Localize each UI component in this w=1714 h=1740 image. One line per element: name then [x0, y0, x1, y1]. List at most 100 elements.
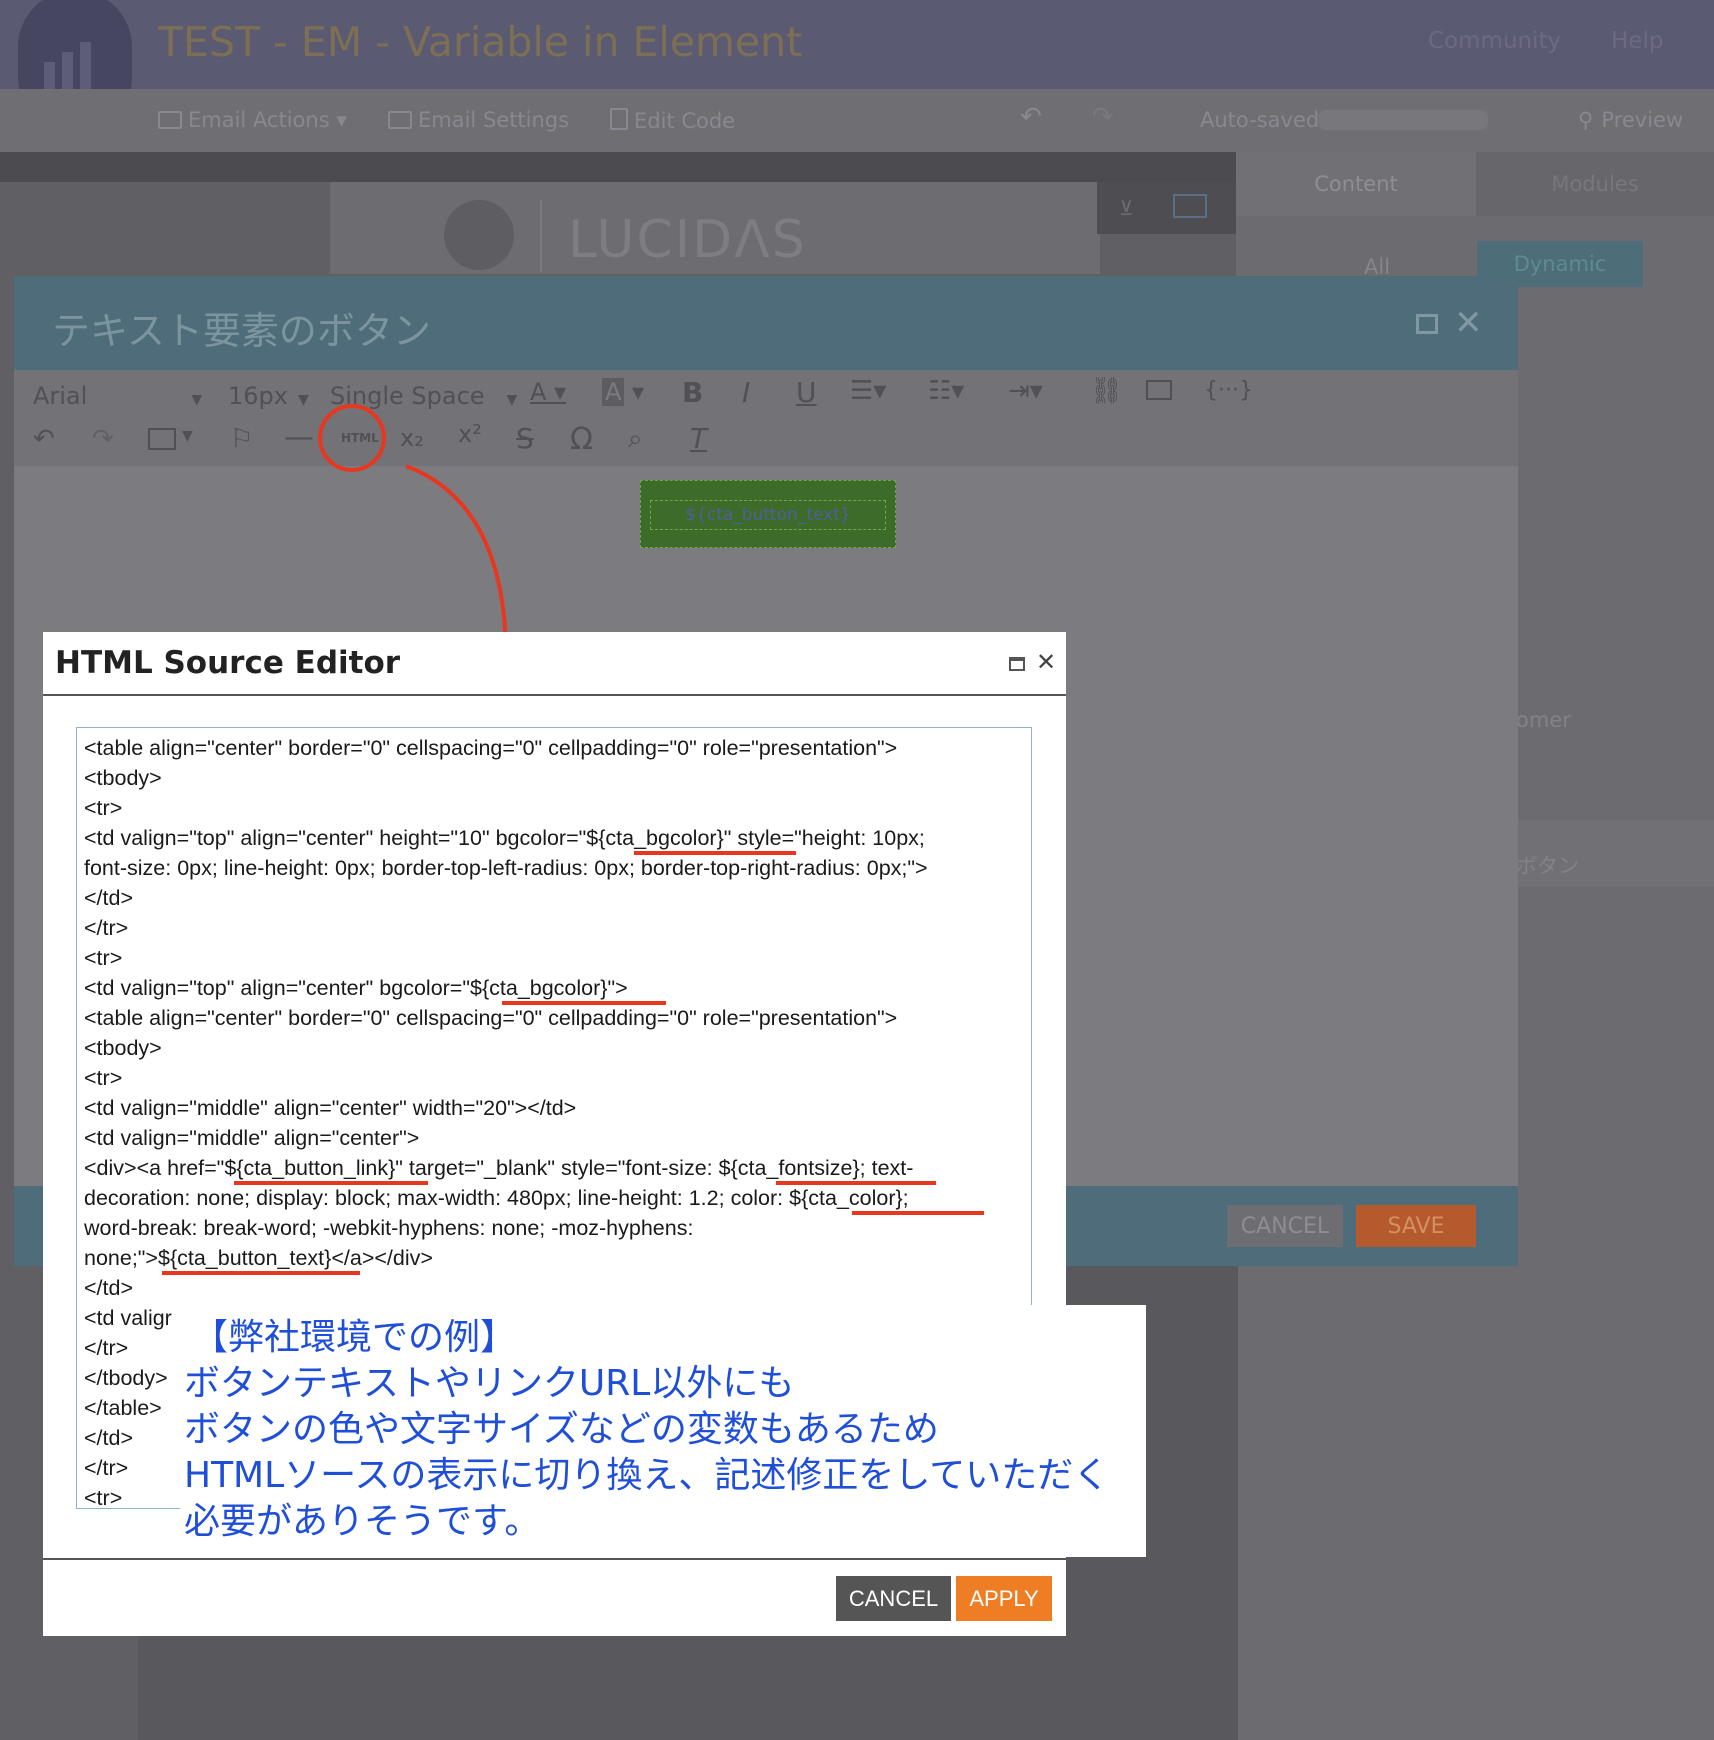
- code-line: </tr>: [84, 1336, 129, 1360]
- close-icon[interactable]: ✕: [1036, 648, 1056, 676]
- page-title: TEST - EM - Variable in Element: [158, 18, 803, 66]
- auto-saved-time-blurred: [1318, 110, 1488, 130]
- code-line: <table align="center" border="0" cellspa…: [84, 1006, 898, 1030]
- background-color-icon[interactable]: A ▾: [602, 378, 644, 406]
- find-replace-icon[interactable]: ⌕: [628, 424, 643, 455]
- note-line: 必要がありそうです。: [184, 1501, 541, 1542]
- auto-saved-status: Auto-saved:: [1200, 108, 1327, 132]
- annotation-underline: [852, 1211, 984, 1215]
- annotation-circle: [318, 404, 386, 472]
- restore-icon[interactable]: [1416, 314, 1438, 334]
- note-line: HTMLソースの表示に切り換え、記述修正をしていただく: [184, 1455, 1110, 1496]
- code-line: </tbody>: [84, 1366, 168, 1390]
- help-link[interactable]: Help: [1611, 28, 1663, 54]
- email-actions-label: Email Actions ▾: [188, 108, 347, 132]
- font-family-select[interactable]: Arial ▼: [33, 382, 202, 410]
- chevron-down-icon: ▼: [506, 392, 518, 408]
- canvas-strip: [0, 152, 1236, 182]
- bold-icon[interactable]: B: [682, 376, 703, 409]
- mobile-view-icon[interactable]: ⊻: [1119, 196, 1134, 220]
- annotation-underline: [502, 1001, 666, 1005]
- community-link[interactable]: Community: [1428, 28, 1561, 54]
- clear-formatting-icon[interactable]: T: [690, 422, 707, 455]
- code-line: <tbody>: [84, 766, 162, 790]
- code-line: </td>: [84, 886, 134, 910]
- text-element-modal-title: テキスト要素のボタン: [52, 309, 431, 353]
- code-line: <tr>: [84, 1066, 123, 1090]
- font-family-value: Arial: [33, 382, 88, 410]
- special-character-icon[interactable]: Ω: [570, 422, 593, 457]
- close-icon[interactable]: ✕: [1454, 306, 1483, 340]
- code-line: none;">${cta_button_text}</a></div>: [84, 1246, 433, 1270]
- code-line: <table align="center" border="0" cellspa…: [84, 736, 898, 760]
- code-line: font-size: 0px; line-height: 0px; border…: [84, 856, 928, 880]
- cancel-button[interactable]: CANCEL: [836, 1576, 951, 1621]
- redo-button[interactable]: ↷: [1092, 102, 1114, 132]
- code-line: <td valign="middle" align="center" width…: [84, 1096, 577, 1120]
- lucidas-logo-icon: [444, 200, 514, 270]
- code-file-icon: [610, 108, 628, 130]
- code-line: word-break: break-word; -webkit-hyphens:…: [84, 1216, 694, 1240]
- desktop-view-icon[interactable]: [1173, 194, 1207, 218]
- device-toggle[interactable]: ⊻: [1097, 182, 1236, 234]
- logo-divider: [540, 200, 542, 272]
- undo-icon[interactable]: ↶: [33, 424, 55, 454]
- superscript-icon[interactable]: x²: [458, 420, 482, 448]
- table-icon[interactable]: [148, 428, 176, 450]
- bookmark-icon[interactable]: ⚐: [230, 424, 253, 454]
- bullet-list-icon[interactable]: ☷▾: [928, 376, 964, 406]
- redo-icon: ↷: [1092, 102, 1114, 132]
- underline-icon[interactable]: U: [796, 376, 817, 409]
- cta-button-text: ${cta_button_text}: [650, 500, 886, 530]
- tab-content[interactable]: Content: [1236, 152, 1476, 216]
- undo-button[interactable]: ↶: [1020, 102, 1042, 132]
- email-settings-button[interactable]: Email Settings: [388, 108, 569, 132]
- email-actions-menu[interactable]: Email Actions ▾: [158, 108, 347, 132]
- code-line: </td>: [84, 1276, 134, 1300]
- search-icon: ⚲: [1578, 108, 1594, 132]
- annotation-underline: [776, 1181, 936, 1185]
- envelope-settings-icon: [388, 111, 412, 129]
- code-line: <tbody>: [84, 1036, 162, 1060]
- dialog-title: HTML Source Editor: [55, 645, 401, 681]
- panel-item-button-label: ボタン: [1516, 854, 1579, 878]
- link-icon[interactable]: ⛓: [1090, 376, 1123, 406]
- preview-button[interactable]: ⚲ Preview: [1578, 108, 1683, 132]
- code-line: <tr>: [84, 946, 123, 970]
- apply-button[interactable]: APPLY: [956, 1576, 1052, 1621]
- annotation-underline: [634, 851, 796, 855]
- code-line: <td valign="middle" align="center">: [84, 1126, 420, 1150]
- subscript-icon[interactable]: x₂: [400, 424, 424, 452]
- token-icon[interactable]: {···}: [1204, 378, 1253, 403]
- code-line: <td valign="top" align="center" bgcolor=…: [84, 976, 628, 1000]
- font-size-select[interactable]: 16px ▼: [228, 382, 309, 410]
- code-line: <td valign="top" align="center" height="…: [84, 826, 925, 850]
- save-button[interactable]: SAVE: [1356, 1205, 1476, 1247]
- align-icon[interactable]: ☰▾: [850, 376, 886, 406]
- text-color-icon[interactable]: A ▾: [530, 378, 566, 406]
- envelope-icon: [158, 111, 182, 129]
- brand-name: LUCIDΛS: [568, 210, 807, 270]
- indent-icon[interactable]: ⇥▾: [1008, 376, 1043, 406]
- note-line: ボタンテキストやリンクURL以外にも: [184, 1363, 795, 1404]
- note-line: ボタンの色や文字サイズなどの変数もあるため: [184, 1409, 939, 1450]
- code-line: <tr>: [84, 1486, 123, 1510]
- horizontal-rule-icon[interactable]: —: [284, 420, 314, 455]
- email-settings-label: Email Settings: [418, 108, 570, 132]
- code-line: <tr>: [84, 796, 123, 820]
- italic-icon[interactable]: I: [742, 376, 750, 409]
- restore-icon[interactable]: [1009, 657, 1025, 671]
- redo-icon[interactable]: ↷: [92, 424, 114, 454]
- preview-label: Preview: [1601, 108, 1684, 132]
- dialog-divider: [43, 694, 1066, 696]
- code-line: </table>: [84, 1396, 162, 1420]
- code-line: </tr>: [84, 916, 129, 940]
- image-icon[interactable]: [1146, 380, 1172, 400]
- note-line: 【弊社環境での例】: [192, 1317, 517, 1358]
- code-line: <td valigr: [84, 1306, 172, 1330]
- annotation-underline: [234, 1181, 428, 1185]
- tab-modules[interactable]: Modules: [1476, 152, 1714, 216]
- chevron-down-icon[interactable]: ▼: [182, 428, 193, 444]
- edit-code-button[interactable]: Edit Code: [610, 108, 735, 133]
- cancel-button[interactable]: CANCEL: [1227, 1205, 1343, 1247]
